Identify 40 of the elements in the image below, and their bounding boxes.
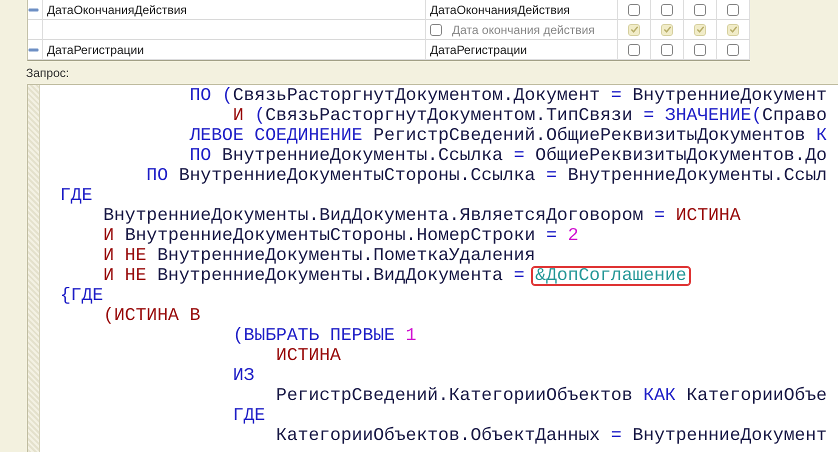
code-line: И НЕ ВнутренниеДокументы.ПометкаУдаления: [102, 246, 536, 266]
checkbox[interactable]: [430, 24, 442, 36]
field-name: ДатаРегистрации: [46, 42, 144, 56]
code-line: (ИСТИНА В: [102, 306, 200, 326]
code-line: {ГДЕ: [60, 286, 104, 306]
checkbox[interactable]: [628, 24, 640, 36]
code-line: И (СвязьРасторгнутДокументом.ТипСвязи = ЗНАЧЕНИЕ(Справо: [232, 106, 827, 126]
code-line: И НЕ ВнутренниеДокументы.ВидДокумента =: [102, 266, 526, 286]
code-line: ГДЕ: [232, 406, 266, 426]
field-title: Дата окончания действия: [451, 22, 595, 36]
code-line: ИЗ: [232, 366, 254, 386]
code-line: ИСТИНА: [275, 346, 341, 366]
checkbox[interactable]: [727, 4, 739, 16]
checkbox[interactable]: [628, 4, 640, 16]
code-line: (ВЫБРАТЬ ПЕРВЫЕ 1: [232, 326, 416, 346]
code-line: ПО ВнутренниеДокументы.Ссылка = ОбщиеРеквизитыДокументов.До: [188, 146, 827, 166]
field-path: ДатаОкончанияДействия: [429, 2, 570, 16]
checkbox[interactable]: [694, 44, 706, 56]
checkbox[interactable]: [727, 44, 739, 56]
code-line: КатегорииОбъектов.ОбъектДанных = ВнутренниеДокумент: [275, 426, 827, 446]
checkbox[interactable]: [661, 4, 673, 16]
highlighted-parameter: &ДопСоглашение: [531, 266, 691, 286]
code-line: РегистрСведений.КатегорииОбъектов КАК КатегорииОбъе: [275, 386, 827, 406]
checkbox[interactable]: [628, 44, 640, 56]
code-line: И ВнутренниеДокументыСтороны.НомерСтроки = 2: [102, 226, 579, 246]
code-line: ВнутренниеДокументы.ВидДокумента.ЯвляетсяДоговором = ИСТИНА: [102, 206, 741, 226]
checkbox[interactable]: [694, 4, 706, 16]
field-path: ДатаРегистрации: [429, 42, 527, 56]
collapse-icon[interactable]: [28, 6, 39, 14]
code-line: ГДЕ: [60, 186, 92, 206]
checkbox[interactable]: [694, 24, 706, 36]
checkbox[interactable]: [727, 24, 739, 36]
field-name: ДатаОкончанияДействия: [46, 2, 187, 16]
checkbox[interactable]: [661, 24, 673, 36]
checkbox[interactable]: [661, 44, 673, 56]
code-line: ЛЕВОЕ СОЕДИНЕНИЕ РегистрСведений.ОбщиеРеквизитыДокументов К: [188, 126, 827, 146]
collapse-icon[interactable]: [28, 46, 39, 54]
code-line: ПО ВнутренниеДокументыСтороны.Ссылка = ВнутренниеДокументы.Ссыл: [145, 166, 827, 186]
query-label: Запрос:: [26, 66, 70, 80]
code-line: ПО (СвязьРасторгнутДокументом.Документ = ВнутренниеДокумент: [188, 86, 827, 106]
